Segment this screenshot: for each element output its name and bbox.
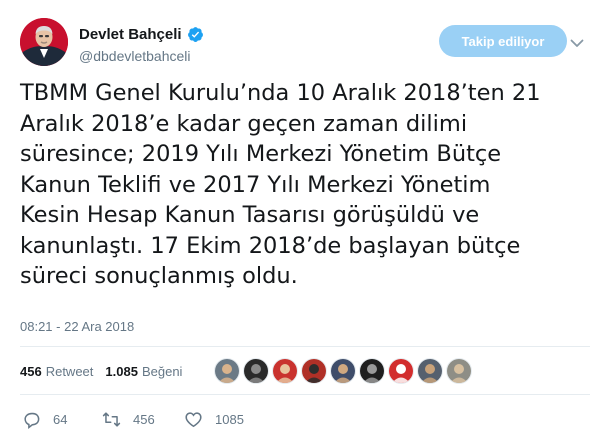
author-avatar[interactable]: [20, 18, 68, 66]
like-button[interactable]: 1085: [184, 410, 274, 429]
retweet-action-count: 456: [133, 411, 155, 427]
retweet-button[interactable]: 456: [102, 410, 184, 429]
liker-avatar[interactable]: [330, 358, 356, 384]
liker-avatar[interactable]: [301, 358, 327, 384]
liker-avatar[interactable]: [388, 358, 414, 384]
author-name[interactable]: Devlet Bahçeli: [79, 26, 182, 43]
liker-avatar[interactable]: [214, 358, 240, 384]
reply-icon: [24, 412, 40, 429]
divider: [20, 346, 590, 347]
reply-button[interactable]: 64: [22, 410, 102, 429]
reply-count: 64: [53, 411, 68, 427]
like-label[interactable]: Beğeni: [142, 364, 182, 379]
retweet-count[interactable]: 456: [20, 364, 42, 379]
retweet-icon: [102, 411, 121, 427]
tweet-actions: 64 456 1085: [22, 404, 274, 434]
tweet-timestamp[interactable]: 08:21 - 22 Ara 2018: [20, 319, 134, 334]
liker-avatar[interactable]: [417, 358, 443, 384]
tweet-stats: 456 Retweet 1.085 Beğeni: [20, 357, 194, 385]
author-handle[interactable]: @dbdevletbahceli: [79, 48, 204, 64]
author-info: Devlet Bahçeli @dbdevletbahceli: [79, 24, 204, 64]
tweet-header: Devlet Bahçeli @dbdevletbahceli Takip ed…: [20, 18, 590, 68]
verified-badge-icon: [187, 26, 204, 43]
divider: [20, 394, 590, 395]
liker-avatars: [214, 358, 475, 384]
following-button[interactable]: Takip ediliyor: [439, 25, 567, 57]
chevron-down-icon[interactable]: [566, 32, 588, 54]
tweet-text: TBMM Genel Kurulu’nda 10 Aralık 2018’ten…: [20, 80, 541, 289]
like-icon: [185, 411, 202, 427]
tweet-card: Devlet Bahçeli @dbdevletbahceli Takip ed…: [0, 0, 609, 442]
liker-avatar[interactable]: [359, 358, 385, 384]
retweet-label[interactable]: Retweet: [46, 364, 94, 379]
like-count[interactable]: 1.085: [105, 364, 138, 379]
liker-avatar[interactable]: [446, 358, 472, 384]
liker-avatar[interactable]: [243, 358, 269, 384]
like-action-count: 1085: [215, 411, 244, 427]
liker-avatar[interactable]: [272, 358, 298, 384]
